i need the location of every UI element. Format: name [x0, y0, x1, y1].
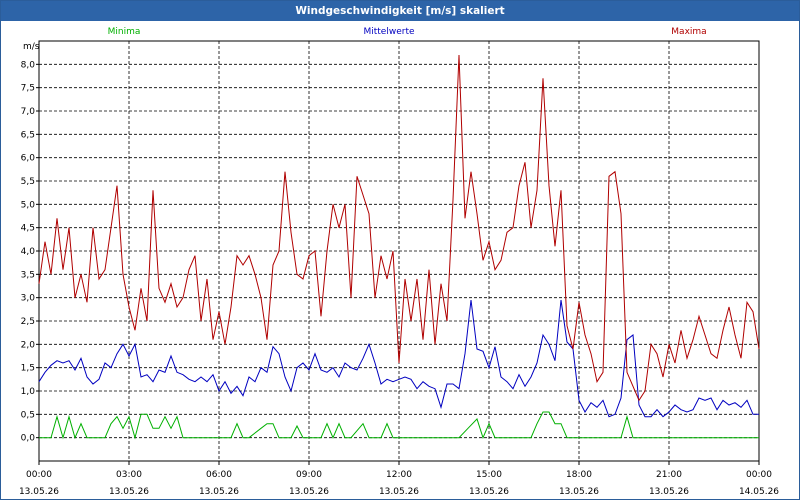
x-tick-date-label: 13.05.26 — [289, 487, 329, 497]
x-tick-date-label: 13.05.26 — [109, 487, 149, 497]
window-title: Windgeschwindigkeit [m/s] skaliert — [1, 1, 799, 21]
y-tick-label: 0,5 — [21, 410, 35, 420]
x-tick-time-label: 00:00 — [746, 470, 772, 480]
legend-mittelwerte: Mittelwerte — [363, 27, 414, 37]
y-tick-label: 0,0 — [21, 434, 36, 444]
y-tick-label: 3,5 — [21, 270, 35, 280]
y-tick-label: 5,5 — [21, 177, 35, 187]
y-tick-label: 1,0 — [21, 387, 36, 397]
chart-area: m/s 0,0 0,5 1,0 1,5 2,0 2,5 3,0 3,5 4,0 4,5 5,0 5,5… — [1, 21, 799, 499]
x-tick-time-label: 06:00 — [206, 470, 232, 480]
y-tick-label: 6,5 — [21, 130, 35, 140]
y-tick-label: 2,5 — [21, 317, 35, 327]
y-tick-label: 7,0 — [21, 107, 36, 117]
y-tick-label: 4,0 — [21, 247, 36, 257]
y-tick-label: 3,0 — [21, 294, 36, 304]
y-tick-label: 6,0 — [21, 154, 36, 164]
x-tick-date-label: 13.05.26 — [19, 487, 59, 497]
y-tick-label: 7,5 — [21, 84, 35, 94]
legend-minima: Minima — [108, 27, 141, 37]
legend-maxima: Maxima — [671, 27, 706, 37]
x-tick-time-label: 12:00 — [386, 470, 412, 480]
y-tick-label: 4,5 — [21, 224, 35, 234]
wind-speed-chart: m/s 0,0 0,5 1,0 1,5 2,0 2,5 3,0 3,5 4,0 4,5 5,0 5,5… — [19, 27, 779, 497]
x-tick-date-label: 14.05.26 — [739, 487, 779, 497]
x-tick-time-label: 21:00 — [656, 470, 682, 480]
y-tick-label: 8,0 — [21, 60, 36, 70]
y-tick-label: 2,0 — [21, 340, 36, 350]
x-tick-time-label: 00:00 — [26, 470, 52, 480]
y-tick-label: 5,0 — [21, 200, 36, 210]
x-tick-date-label: 13.05.26 — [559, 487, 599, 497]
x-tick-date-label: 13.05.26 — [469, 487, 509, 497]
x-tick-time-label: 15:00 — [476, 470, 502, 480]
x-tick-date-label: 13.05.26 — [199, 487, 239, 497]
x-tick-date-label: 13.05.26 — [649, 487, 689, 497]
y-axis-unit-label: m/s — [23, 42, 40, 52]
x-tick-time-label: 09:00 — [296, 470, 322, 480]
x-tick-date-label: 13.05.26 — [379, 487, 419, 497]
chart-window: Windgeschwindigkeit [m/s] skaliert m/s 0… — [0, 0, 800, 500]
x-tick-time-label: 03:00 — [116, 470, 142, 480]
x-tick-time-label: 18:00 — [566, 470, 592, 480]
y-tick-label: 1,5 — [21, 364, 35, 374]
